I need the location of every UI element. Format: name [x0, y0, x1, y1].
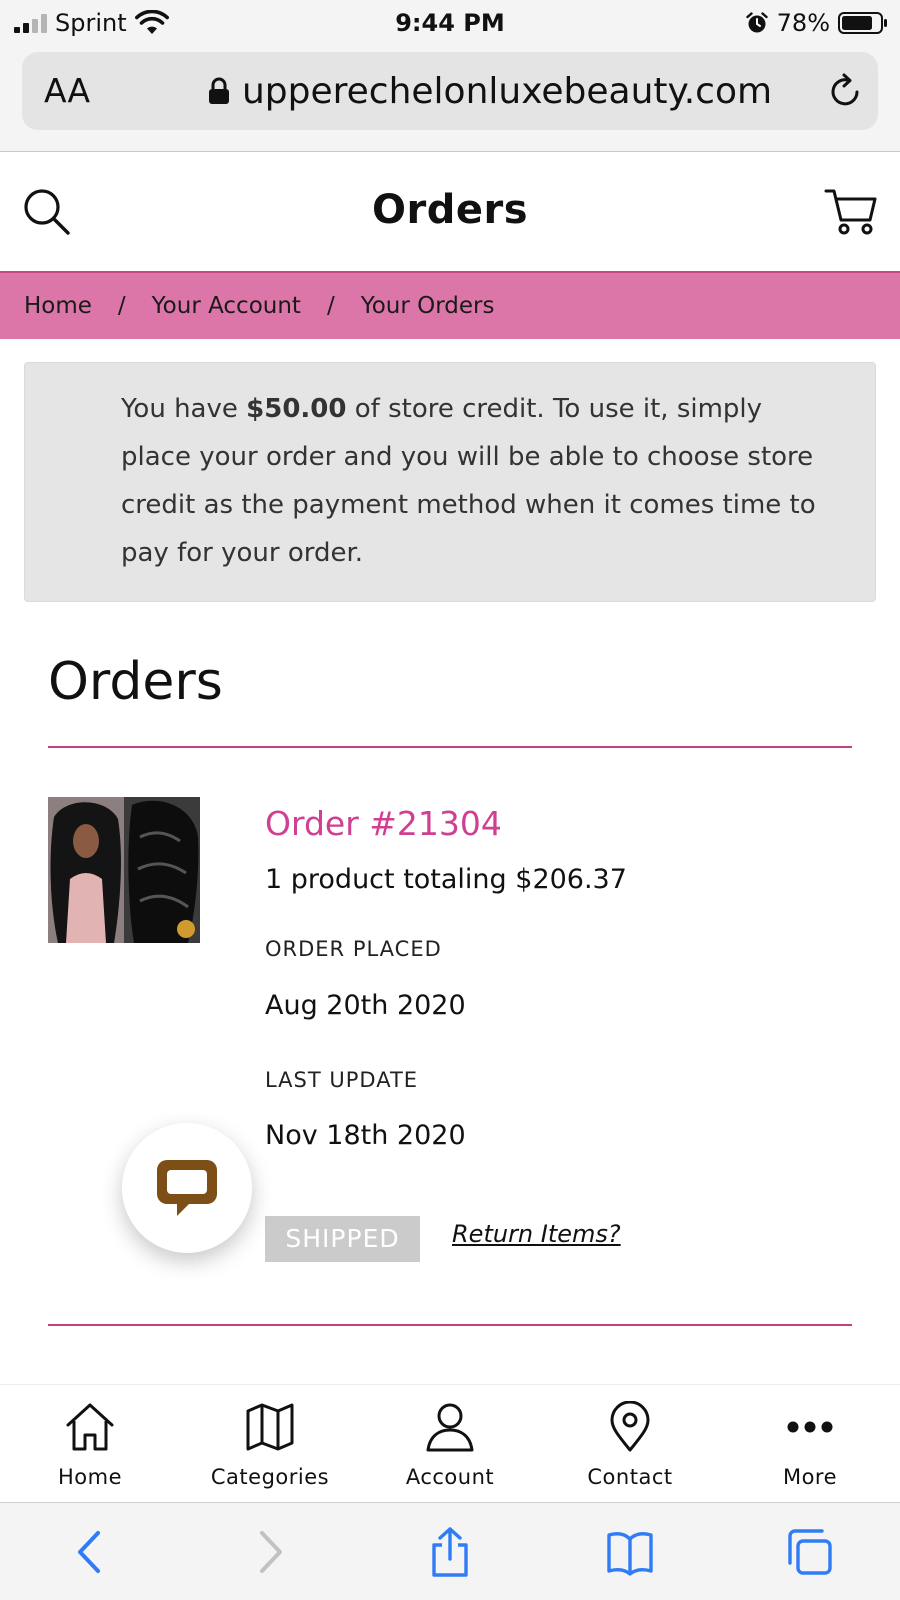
orders-heading: Orders	[48, 652, 223, 712]
order-placed-date: Aug 20th 2020	[265, 990, 466, 1021]
tabs-icon	[788, 1529, 832, 1575]
url-text: upperechelonluxebeauty.com	[241, 70, 773, 112]
address-bar[interactable]: AA upperechelonluxebeauty.com	[22, 52, 878, 130]
product-thumbnail[interactable]	[48, 797, 200, 943]
tabs-button[interactable]	[720, 1503, 900, 1600]
status-right: 78%	[745, 6, 888, 40]
breadcrumb: Home / Your Account / Your Orders	[0, 271, 900, 339]
home-icon	[66, 1403, 114, 1451]
nav-home-label: Home	[57, 1465, 122, 1489]
text-size-label: AA	[44, 71, 91, 110]
reload-icon[interactable]	[826, 72, 864, 110]
forward-button[interactable]	[180, 1503, 360, 1600]
chat-icon	[157, 1160, 217, 1216]
bookmarks-button[interactable]	[540, 1503, 720, 1600]
bookmarks-icon	[607, 1532, 653, 1576]
text-size-button[interactable]: AA	[44, 52, 90, 130]
nav-contact-label: Contact	[587, 1465, 673, 1489]
breadcrumb-separator: /	[117, 293, 126, 319]
status-badge: SHIPPED	[265, 1216, 420, 1262]
nav-home[interactable]: Home	[0, 1385, 180, 1502]
live-chat-button[interactable]	[122, 1123, 252, 1253]
alarm-icon	[745, 12, 768, 33]
share-icon	[432, 1527, 468, 1577]
order-placed-label: ORDER PLACED	[265, 937, 442, 961]
location-pin-icon	[610, 1401, 650, 1452]
divider	[48, 1324, 852, 1326]
site-bottom-nav: Home Categories Account Contact More	[0, 1384, 900, 1502]
store-credit-notice: You have $50.00 of store credit. To use …	[24, 362, 876, 602]
order-summary: 1 product totaling $206.37	[265, 864, 627, 895]
nav-categories-label: Categories	[210, 1465, 330, 1489]
share-button[interactable]	[360, 1503, 540, 1600]
more-dots-icon	[787, 1421, 833, 1433]
breadcrumb-your-account[interactable]: Your Account	[152, 293, 301, 319]
battery-icon	[838, 12, 887, 34]
last-update-label: LAST UPDATE	[265, 1068, 419, 1092]
breadcrumb-home[interactable]: Home	[24, 293, 92, 319]
back-button[interactable]	[0, 1503, 180, 1600]
order-number-link[interactable]: Order #21304	[265, 804, 502, 843]
store-credit-amount: $50.00	[246, 394, 347, 424]
store-credit-prefix: You have	[121, 394, 247, 424]
nav-account-label: Account	[405, 1465, 495, 1489]
last-update-date: Nov 18th 2020	[265, 1120, 466, 1151]
browser-address-area: AA upperechelonluxebeauty.com	[0, 46, 900, 152]
site-header: Orders	[0, 153, 900, 271]
battery-percent: 78%	[776, 9, 830, 37]
browser-toolbar	[0, 1502, 900, 1600]
forward-icon	[260, 1531, 282, 1573]
nav-contact[interactable]: Contact	[540, 1385, 720, 1502]
nav-more[interactable]: More	[720, 1385, 900, 1502]
url-display[interactable]: upperechelonluxebeauty.com	[182, 52, 798, 130]
back-icon	[78, 1531, 100, 1573]
lock-icon	[208, 77, 229, 104]
nav-categories[interactable]: Categories	[180, 1385, 360, 1502]
breadcrumb-your-orders: Your Orders	[360, 293, 495, 319]
nav-more-label: More	[782, 1465, 838, 1489]
breadcrumb-separator: /	[326, 293, 335, 319]
return-items-link[interactable]: Return Items?	[452, 1220, 621, 1248]
status-bar: Sprint 9:44 PM 78%	[0, 0, 900, 46]
map-icon	[246, 1403, 294, 1451]
divider	[48, 746, 852, 748]
cart-icon[interactable]	[824, 187, 878, 237]
user-icon	[426, 1403, 474, 1452]
page-title: Orders	[371, 187, 529, 233]
nav-account[interactable]: Account	[360, 1385, 540, 1502]
